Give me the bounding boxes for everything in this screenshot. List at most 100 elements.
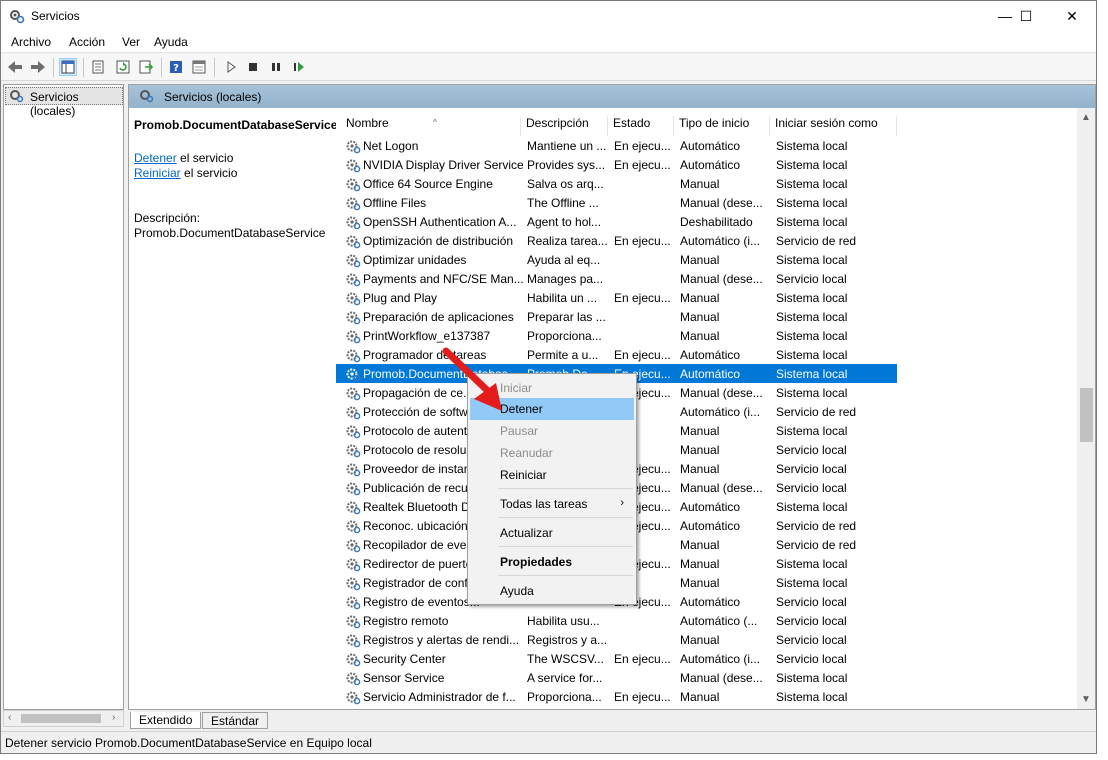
service-status: En ejecu... <box>614 158 671 172</box>
restart-service-link[interactable]: Reiniciar <box>134 166 181 180</box>
table-row[interactable]: Servicio Administrador de f... Proporcion… <box>336 687 897 706</box>
service-gear-icon <box>345 594 361 610</box>
maximize-button[interactable]: ☐ <box>1003 1 1049 31</box>
service-description: Permite a u... <box>527 348 599 362</box>
service-logon-as: Sistema local <box>776 329 848 343</box>
menu-item-ayuda[interactable]: Ayuda <box>470 580 634 602</box>
service-logon-as: Sistema local <box>776 424 848 438</box>
service-startup-type: Manual <box>680 538 720 552</box>
service-description: Realiza tarea... <box>527 234 608 248</box>
menu-bar: Archivo Acción Ver Ayuda <box>1 31 1096 53</box>
menu-ver[interactable]: Ver <box>122 35 140 49</box>
export-list-icon[interactable] <box>137 58 155 76</box>
stop-icon[interactable] <box>244 58 262 76</box>
column-header-estado[interactable]: Estado <box>608 116 674 136</box>
table-row[interactable]: Office 64 Source Engine Salva os arq... Ma… <box>336 174 897 193</box>
table-row[interactable]: Security Center The WSCSV... En ejecu... Au… <box>336 649 897 668</box>
table-row[interactable]: Sensor Service A service for... Manual (de… <box>336 668 897 687</box>
table-row[interactable]: Registros y alertas de rendi... Registros… <box>336 630 897 649</box>
service-gear-icon <box>345 404 361 420</box>
service-name: Servicio Administrador de f... <box>363 690 516 704</box>
service-startup-type: Manual (dese... <box>680 196 763 210</box>
service-name: Optimización de distribución <box>363 234 514 248</box>
column-header-tipo-inicio[interactable]: Tipo de inicio <box>674 116 770 136</box>
scroll-thumb[interactable] <box>1080 388 1093 442</box>
service-logon-as: Sistema local <box>776 386 848 400</box>
service-gear-icon <box>345 423 361 439</box>
service-gear-icon <box>345 195 361 211</box>
back-arrow-icon[interactable] <box>6 58 24 76</box>
play-icon[interactable] <box>222 58 240 76</box>
service-logon-as: Sistema local <box>776 348 848 362</box>
table-row[interactable]: NVIDIA Display Driver Service Provides sy… <box>336 155 897 174</box>
close-button[interactable]: ✕ <box>1049 1 1095 31</box>
service-gear-icon <box>345 214 361 230</box>
menu-item-actualizar[interactable]: Actualizar <box>470 522 634 544</box>
service-gear-icon <box>345 689 361 705</box>
table-row[interactable]: Plug and Play Habilita un ... En ejecu... M… <box>336 288 897 307</box>
scroll-thumb[interactable] <box>21 714 101 723</box>
menu-item-reiniciar[interactable]: Reiniciar <box>470 464 634 486</box>
table-row[interactable]: Payments and NFC/SE Man... Manages pa... M… <box>336 269 897 288</box>
help-icon[interactable]: ? <box>167 58 185 76</box>
service-startup-type: Automático <box>680 519 741 533</box>
service-gear-icon <box>345 632 361 648</box>
resume-icon[interactable] <box>290 58 308 76</box>
table-row[interactable]: Optimización de distribución Realiza tare… <box>336 231 897 250</box>
show-hide-tree-icon[interactable] <box>59 58 77 76</box>
menu-item-propiedades[interactable]: Propiedades <box>470 551 634 573</box>
menu-archivo[interactable]: Archivo <box>11 35 51 49</box>
table-row[interactable]: Offline Files The Offline ... Manual (dese… <box>336 193 897 212</box>
menu-separator <box>498 546 633 547</box>
menu-accion[interactable]: Acción <box>69 35 105 49</box>
service-gear-icon <box>345 480 361 496</box>
service-startup-type: Automático <box>680 158 741 172</box>
table-row[interactable]: Preparación de aplicaciones Preparar las … <box>336 307 897 326</box>
scroll-left-icon[interactable]: ‹ <box>8 712 11 723</box>
scroll-right-icon[interactable]: › <box>112 712 115 723</box>
service-logon-as: Servicio de red <box>776 234 857 248</box>
forward-arrow-icon[interactable] <box>29 58 47 76</box>
service-status: En ejecu... <box>614 652 671 666</box>
service-logon-as: Sistema local <box>776 310 848 324</box>
table-row[interactable]: Net Logon Mantiene un ... En ejecu... Autom… <box>336 136 897 155</box>
menu-separator <box>498 575 633 576</box>
tree-node-servicios-locales[interactable]: Servicios (locales) <box>5 87 123 118</box>
tab-extendido[interactable]: Extendido <box>130 712 202 729</box>
table-row[interactable]: OpenSSH Authentication A... Agent to hol.… <box>336 212 897 231</box>
scroll-up-icon[interactable]: ▲ <box>1081 112 1091 123</box>
console-view-icon[interactable] <box>190 58 208 76</box>
tab-estandar[interactable]: Estándar <box>202 712 269 729</box>
services-gear-icon <box>9 8 25 24</box>
tree-horizontal-scrollbar[interactable]: ‹ › <box>3 710 124 727</box>
menu-ayuda[interactable]: Ayuda <box>154 35 188 49</box>
stop-service-link[interactable]: Detener <box>134 151 177 165</box>
service-startup-type: Automático <box>680 139 741 153</box>
table-row[interactable]: Programador de tareas Permite a u... En ej… <box>336 345 897 364</box>
service-status: En ejecu... <box>614 139 671 153</box>
scroll-down-icon[interactable]: ▼ <box>1081 694 1091 705</box>
restart-service-line: Reiniciar el servicio <box>134 166 237 180</box>
table-row[interactable]: Registro remoto Habilita usu... Automático… <box>336 611 897 630</box>
table-row[interactable]: Optimizar unidades Ayuda al eq... Manual Si… <box>336 250 897 269</box>
console-tree: Servicios (locales) <box>3 84 124 710</box>
sort-ascending-icon: ^ <box>433 118 437 127</box>
pause-icon[interactable] <box>267 58 285 76</box>
service-startup-type: Manual <box>680 177 720 191</box>
service-description: Salva os arq... <box>527 177 604 191</box>
menu-item-pausar: Pausar <box>470 420 634 442</box>
service-logon-as: Sistema local <box>776 367 848 381</box>
service-startup-type: Manual <box>680 310 720 324</box>
properties-icon[interactable] <box>89 58 107 76</box>
refresh-icon[interactable] <box>114 58 132 76</box>
column-header-nombre[interactable]: Nombre ^ <box>341 116 521 136</box>
service-gear-icon <box>345 442 361 458</box>
service-name: OpenSSH Authentication A... <box>363 215 517 229</box>
menu-item-todas-las-tareas[interactable]: Todas las tareas › <box>470 493 634 515</box>
menu-separator <box>498 517 633 518</box>
column-header-iniciar-sesion[interactable]: Iniciar sesión como <box>770 116 897 136</box>
column-header-descripcion[interactable]: Descripción <box>521 116 608 136</box>
table-row[interactable]: PrintWorkflow_e137387 Proporciona... Manua… <box>336 326 897 345</box>
service-description: Proporciona... <box>527 690 602 704</box>
list-vertical-scrollbar[interactable]: ▲ ▼ <box>1077 108 1095 709</box>
